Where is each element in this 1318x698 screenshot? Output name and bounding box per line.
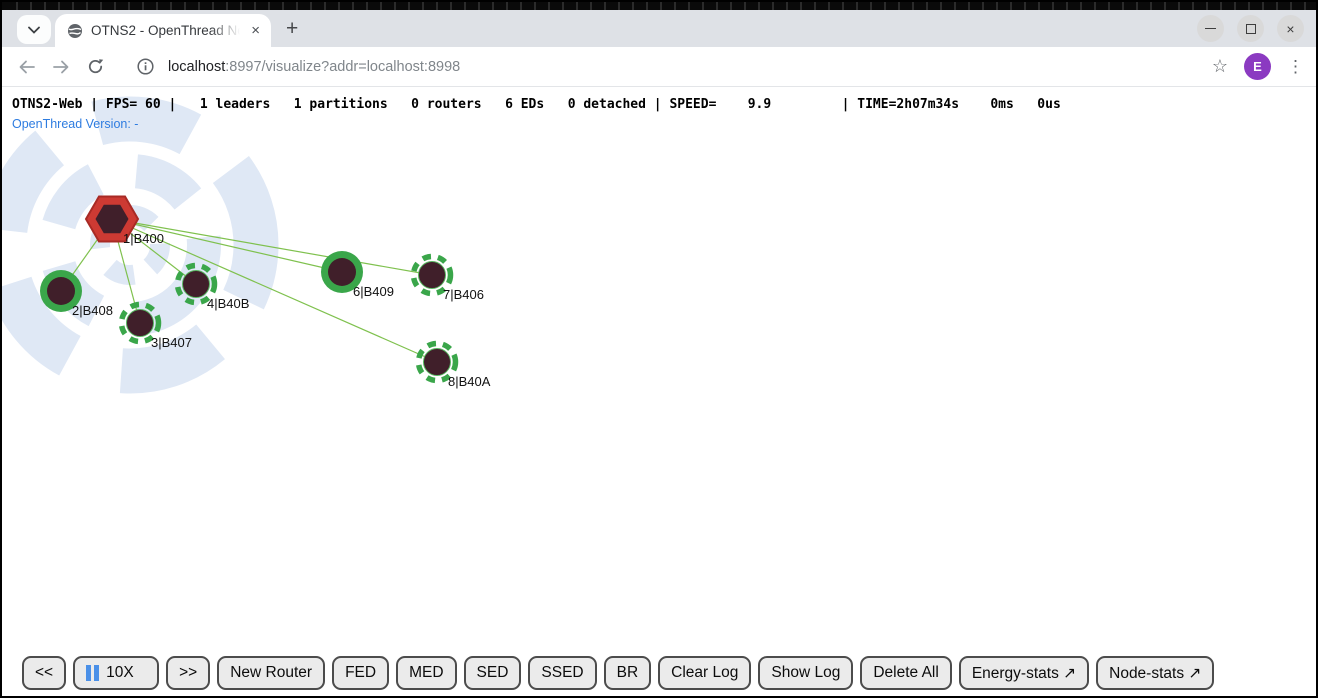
network-canvas[interactable]: 1|B400 2|B408 3|B407 4|B40B 6|B409 7|B406 8|B4… [2, 88, 1316, 696]
delete-all-button[interactable]: Delete All [860, 656, 951, 690]
sed-button[interactable]: SED [464, 656, 522, 690]
url-host: localhost [168, 59, 225, 75]
new-tab-button[interactable]: + [286, 17, 298, 41]
url-path: :8997/visualize?addr=localhost:8998 [225, 59, 460, 75]
globe-favicon-icon [67, 23, 83, 39]
maximize-icon [1246, 24, 1256, 34]
browser-window: OTNS2 - OpenThread Ne × + × [0, 0, 1318, 698]
br-button[interactable]: BR [604, 656, 652, 690]
maximize-button[interactable] [1237, 15, 1264, 42]
background-terminal-strip [2, 2, 1316, 10]
url-field[interactable]: localhost:8997/visualize?addr=localhost:… [168, 59, 1212, 75]
openthread-version-link[interactable]: OpenThread Version: - [12, 117, 138, 131]
node-label: 6|B409 [353, 284, 394, 299]
tab-close-icon[interactable]: × [248, 22, 263, 39]
tab-otns2[interactable]: OTNS2 - OpenThread Ne × [55, 14, 271, 47]
node-stats-button[interactable]: Node-stats ↗ [1096, 656, 1214, 690]
pause-icon [86, 665, 99, 681]
window-controls: × [1197, 15, 1304, 42]
node-label: 7|B406 [443, 287, 484, 302]
clear-log-button[interactable]: Clear Log [658, 656, 751, 690]
node-label: 2|B408 [72, 303, 113, 318]
profile-avatar[interactable]: E [1244, 53, 1271, 80]
info-icon [137, 58, 154, 75]
site-info-button[interactable] [128, 58, 162, 75]
fed-button[interactable]: FED [332, 656, 389, 690]
minimize-icon [1205, 28, 1216, 29]
status-line: OTNS2-Web | FPS= 60 | 1 leaders 1 partit… [12, 97, 1061, 112]
new-router-button[interactable]: New Router [217, 656, 325, 690]
speed-up-button[interactable]: >> [166, 656, 210, 690]
action-toolbar: << 10X >> New Router FED MED SED SSED BR… [22, 656, 1214, 690]
node-label: 8|B40A [448, 374, 491, 389]
node-label: 4|B40B [207, 296, 249, 311]
ssed-button[interactable]: SSED [528, 656, 596, 690]
bookmark-star-icon[interactable]: ☆ [1212, 56, 1228, 77]
tab-search-button[interactable] [17, 15, 51, 44]
close-button[interactable]: × [1277, 15, 1304, 42]
address-bar-right: ☆ E ⋮ [1212, 53, 1304, 80]
node-label: 3|B407 [151, 335, 192, 350]
menu-dots-icon[interactable]: ⋮ [1287, 57, 1304, 77]
otns-page-content: 1|B400 2|B408 3|B407 4|B40B 6|B409 7|B406 8|B4… [2, 88, 1316, 696]
back-button[interactable] [10, 60, 44, 74]
speed-label: 10X [106, 664, 134, 682]
minimize-button[interactable] [1197, 15, 1224, 42]
back-arrow-icon [18, 60, 36, 74]
forward-button[interactable] [44, 60, 78, 74]
address-bar: localhost:8997/visualize?addr=localhost:… [2, 47, 1316, 87]
reload-icon [87, 58, 104, 75]
tab-title: OTNS2 - OpenThread Ne [91, 23, 240, 38]
med-button[interactable]: MED [396, 656, 456, 690]
energy-stats-button[interactable]: Energy-stats ↗ [959, 656, 1089, 690]
tab-bar: OTNS2 - OpenThread Ne × + × [2, 10, 1316, 47]
speed-down-button[interactable]: << [22, 656, 66, 690]
node-label: 1|B400 [123, 231, 164, 246]
close-icon: × [1286, 21, 1294, 37]
show-log-button[interactable]: Show Log [758, 656, 853, 690]
pause-speed-button[interactable]: 10X [73, 656, 159, 690]
forward-arrow-icon [52, 60, 70, 74]
chevron-down-icon [28, 26, 40, 34]
reload-button[interactable] [78, 58, 112, 75]
